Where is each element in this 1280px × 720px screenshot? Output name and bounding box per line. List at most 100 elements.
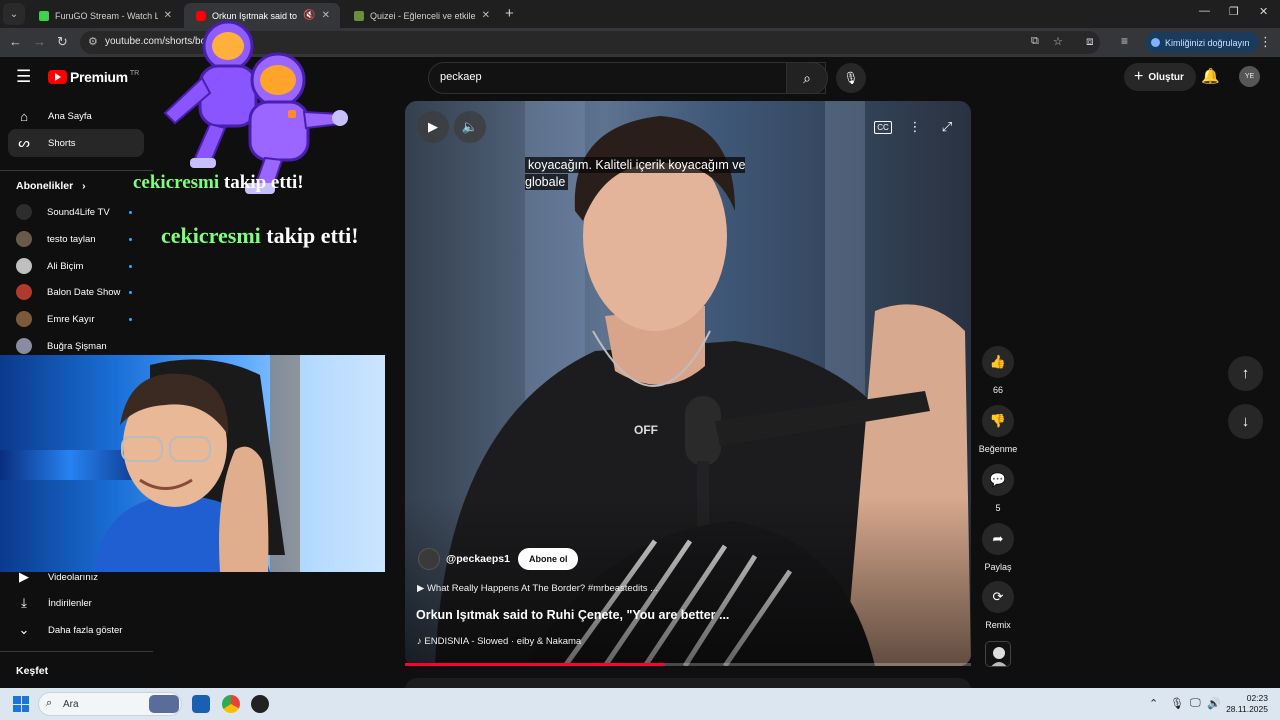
site-info-icon[interactable]: ⚙ — [88, 35, 98, 48]
subscribe-button[interactable]: Abone ol — [517, 548, 579, 570]
sidebar-item-show-more[interactable]: ⌄ Daha fazla göster — [8, 616, 144, 644]
account-avatar[interactable]: YE — [1239, 66, 1260, 87]
fullscreen-button[interactable]: ⤢ — [931, 111, 963, 143]
sidebar-item-shorts[interactable]: ᔕ Shorts — [8, 129, 144, 157]
volume-button[interactable]: 🔈 — [454, 111, 486, 143]
voice-search-button[interactable]: 🎙 — [836, 63, 866, 93]
windows-start-icon[interactable] — [13, 696, 29, 712]
new-content-dot — [129, 291, 132, 294]
music-link[interactable]: ♪ ENDISNIA - Slowed · eiby & Nakama — [417, 636, 581, 647]
remix-button[interactable]: ⟳ Remix — [978, 581, 1018, 630]
channel-handle[interactable]: @peckaeps1 — [446, 553, 510, 565]
bookmark-star-icon[interactable]: ☆ — [1053, 35, 1063, 48]
screen: ⌄ FuruGO Stream - Watch Live o... ✕ Orku… — [0, 0, 1280, 720]
show-hidden-icons-icon[interactable]: ⌃ — [1149, 697, 1158, 710]
display-icon[interactable]: 🖵 — [1190, 697, 1201, 710]
related-video-link[interactable]: ▶ What Really Happens At The Border? #mr… — [417, 583, 658, 594]
comments-button[interactable]: 💬 5 — [978, 464, 1018, 513]
kebab-icon: ⋮ — [908, 119, 922, 134]
video-title[interactable]: Orkun Işıtmak said to Ruhi Çenete, "You … — [416, 608, 729, 622]
extensions-icon[interactable]: ⧈ — [1086, 34, 1094, 49]
tab-quizei[interactable]: Quizei - Eğlenceli ve etkileşimli... ✕ — [342, 3, 500, 28]
taskbar-search[interactable]: ⌕ Ara — [38, 692, 182, 716]
channel-avatar — [16, 258, 32, 274]
sidebar-subscription[interactable]: testo taylan — [16, 229, 136, 249]
channel-avatar — [16, 284, 32, 300]
search-box[interactable]: peckaep ✕ — [428, 62, 826, 94]
tab-search-button[interactable]: ⌄ — [3, 3, 25, 25]
share-button[interactable]: ➦ Paylaş — [978, 523, 1018, 572]
sidebar-subscription[interactable]: Balon Date Show — [16, 282, 136, 302]
follow-alert-small: cekicresmi takip etti! — [133, 172, 304, 194]
channel-name: Sound4Life TV — [47, 206, 110, 218]
search-input[interactable]: peckaep — [440, 71, 482, 83]
search-icon: ⌕ — [46, 697, 53, 709]
open-in-app-icon[interactable]: ⧉ — [1031, 35, 1039, 48]
streamer-webcam — [0, 355, 385, 572]
reading-list-icon[interactable]: ≡ — [1121, 34, 1128, 48]
captions-button[interactable]: CC — [867, 111, 899, 143]
reload-icon[interactable]: ↻ — [57, 34, 68, 50]
notifications-bell-icon[interactable]: 🔔 — [1201, 67, 1220, 85]
create-label: Oluştur — [1148, 71, 1184, 83]
follower-name: cekicresmi — [133, 172, 220, 193]
microsoft-store-icon[interactable] — [192, 695, 210, 713]
sidebar-subscription[interactable]: Ali Biçim — [16, 256, 136, 276]
chevron-right-icon: › — [82, 180, 86, 192]
browser-menu-icon[interactable]: ⋮ — [1259, 34, 1272, 50]
close-icon[interactable]: ✕ — [482, 10, 490, 21]
progress-fill — [405, 663, 666, 666]
back-icon[interactable]: ← — [9, 34, 22, 49]
forward-icon[interactable]: → — [33, 34, 46, 49]
minimize-icon[interactable]: — — [1199, 5, 1210, 17]
microphone-icon[interactable]: 🎙 — [1170, 697, 1184, 710]
sidebar-item-downloads[interactable]: ⤓ İndirilenler — [8, 589, 144, 617]
sidebar-subscription[interactable]: Buğra Şişman — [16, 336, 136, 356]
app-icon[interactable] — [251, 695, 269, 713]
sidebar-item-label: İndirilenler — [48, 597, 92, 609]
taskbar-clock[interactable]: 02:23 28.11.2025 — [1222, 693, 1268, 715]
verify-identity-button[interactable]: Kimliğinizi doğrulayın — [1145, 32, 1259, 53]
video-progress-bar[interactable] — [405, 663, 971, 666]
astronaut-icon — [163, 20, 348, 194]
channel-avatar — [16, 311, 32, 327]
chrome-icon[interactable] — [222, 695, 240, 713]
subscriptions-heading[interactable]: Abonelikler › — [16, 180, 86, 192]
restore-icon[interactable]: ❐ — [1229, 5, 1239, 18]
arrow-up-icon: ↑ — [1241, 365, 1250, 382]
search-button[interactable]: ⌕ — [786, 62, 828, 94]
like-count: 66 — [992, 385, 1003, 395]
search-icon: ⌕ — [803, 69, 811, 86]
audio-source-thumbnail[interactable] — [985, 641, 1011, 667]
dislike-label: Beğenme — [978, 444, 1018, 454]
sidebar-subscription[interactable]: Emre Kayır — [16, 309, 136, 329]
dislike-button[interactable]: 👎 Beğenme — [978, 405, 1018, 454]
arrow-down-icon: ↓ — [1241, 413, 1250, 430]
caption-text: koyacağım. Kaliteli içerik koyacağım ve … — [525, 157, 746, 190]
music-title: ENDISNIA - Slowed · eiby & Nakama — [424, 636, 582, 647]
related-title: What Really Happens At The Border? #mrbe… — [426, 583, 659, 594]
create-button[interactable]: + Oluştur — [1124, 63, 1196, 91]
like-button[interactable]: 👍 66 — [978, 346, 1018, 395]
sidebar-subscription[interactable]: Sound4Life TV — [16, 202, 136, 222]
share-label: Paylaş — [984, 562, 1012, 572]
previous-short-button[interactable]: ↑ — [1228, 356, 1263, 391]
hamburger-menu-icon[interactable]: ☰ — [16, 67, 31, 87]
youtube-premium-logo[interactable]: Premium TR — [48, 69, 139, 85]
video-caption: koyacağım. Kaliteli içerik koyacağım ve … — [525, 157, 779, 191]
volume-icon[interactable]: 🔊 — [1207, 697, 1221, 710]
new-content-dot — [129, 265, 132, 268]
sidebar-item-home[interactable]: ⌂ Ana Sayfa — [8, 102, 144, 130]
astronaut-alert-graphic — [150, 18, 350, 198]
next-short-button[interactable]: ↓ — [1228, 404, 1263, 439]
sidebar-item-label: Videolarınız — [48, 571, 98, 583]
play-button[interactable]: ▶ — [417, 111, 449, 143]
verify-label: Kimliğinizi doğrulayın — [1165, 37, 1250, 48]
tab-title: Quizei - Eğlenceli ve etkileşimli... — [370, 10, 476, 21]
fullscreen-icon: ⤢ — [941, 119, 953, 134]
more-options-button[interactable]: ⋮ — [899, 111, 931, 143]
new-tab-icon[interactable]: + — [505, 5, 514, 22]
sidebar-item-label: Ana Sayfa — [48, 110, 92, 122]
close-window-icon[interactable]: ✕ — [1259, 5, 1268, 18]
channel-avatar[interactable] — [418, 548, 440, 570]
